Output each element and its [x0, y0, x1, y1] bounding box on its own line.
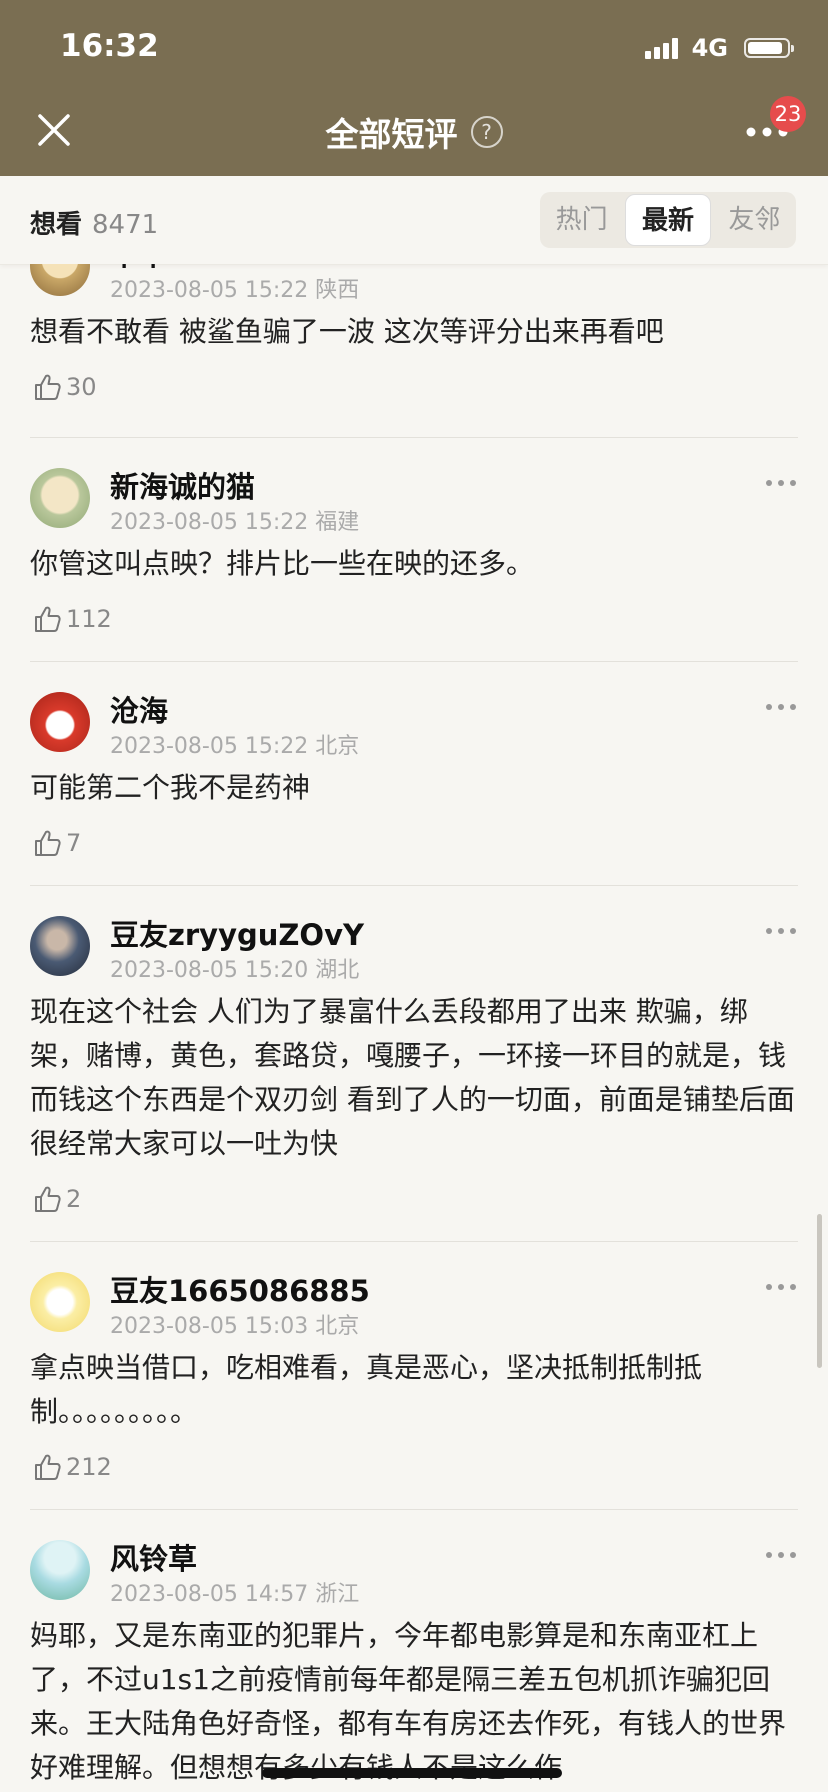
network-type: 4G [691, 34, 728, 62]
avatar[interactable] [30, 468, 90, 528]
more-options-icon[interactable] [764, 702, 798, 712]
like-button[interactable]: 7 [32, 828, 81, 858]
battery-icon [744, 38, 794, 58]
tab-friends[interactable]: 友邻 [713, 192, 796, 248]
like-count: 112 [66, 605, 112, 633]
comment-date: 2023-08-05 15:22 [110, 734, 309, 759]
thumbs-up-icon [35, 1186, 61, 1212]
sort-tabs: 热门 最新 友邻 [540, 192, 796, 248]
status-icons: 4G [644, 34, 794, 62]
like-count: 2 [66, 1185, 82, 1213]
divider [30, 437, 798, 438]
page-title: 全部短评 [325, 115, 458, 154]
comment-text: 拿点映当借口，吃相难看，真是恶心，坚决抵制抵制抵制。。。。。。。。。 [30, 1351, 703, 1428]
username[interactable]: 沧海 [110, 688, 168, 730]
comment-date: 2023-08-05 15:20 [110, 958, 309, 983]
like-button[interactable]: 30 [32, 372, 97, 402]
comment-meta: 2023-08-05 15:20 湖北 [110, 952, 359, 984]
comment-location: 陕西 [315, 278, 360, 303]
comment-text: 想看不敢看 被鲨鱼骗了一波 这次等评分出来再看吧 [30, 315, 664, 348]
comment-date: 2023-08-05 15:22 [110, 278, 309, 303]
avatar[interactable] [30, 1540, 90, 1600]
comment-location: 浙江 [315, 1582, 360, 1607]
avatar[interactable] [30, 1272, 90, 1332]
comment-text: 现在这个社会 人们为了暴富什么丢段都用了出来 欺骗，绑架，赌博，黄色，套路贷，嘎… [30, 995, 795, 1160]
more-options-icon[interactable] [764, 478, 798, 488]
more-options-icon[interactable] [764, 1282, 798, 1292]
like-button[interactable]: 112 [32, 604, 112, 634]
want-count: 想看 8471 [30, 204, 158, 241]
avatar[interactable] [30, 692, 90, 752]
notification-badge: 23 [770, 96, 806, 132]
top-bar: 16:32 4G 全部短评 ? 23 [0, 0, 828, 176]
comment-meta: 2023-08-05 15:22 福建 [110, 504, 359, 536]
thumbs-up-icon [35, 374, 61, 400]
username[interactable]: 风铃草 [110, 1536, 197, 1578]
comment-meta: 2023-08-05 15:22 北京 [110, 728, 359, 760]
signal-icon [644, 37, 678, 59]
comment-meta: 2023-08-05 15:03 北京 [110, 1308, 359, 1340]
question-circle-icon[interactable]: ? [470, 116, 503, 148]
comment-meta: 2023-08-05 14:57 浙江 [110, 1576, 359, 1608]
status-time: 16:32 [60, 28, 159, 64]
comment-location: 福建 [315, 510, 360, 535]
want-label: 想看 [30, 210, 83, 240]
avatar[interactable] [30, 916, 90, 976]
divider [30, 661, 798, 662]
header: 全部短评 ? [0, 108, 828, 156]
like-count: 7 [66, 829, 82, 857]
comment-text: 妈耶，又是东南亚的犯罪片，今年都电影算是和东南亚杠上了，不过u1s1之前疫情前每… [30, 1619, 787, 1784]
divider [30, 885, 798, 886]
thumbs-up-icon [35, 606, 61, 632]
comment-date: 2023-08-05 14:57 [110, 1582, 309, 1607]
comment-location: 北京 [315, 1314, 360, 1339]
comment-meta: 2023-08-05 15:22 陕西 [110, 272, 359, 304]
thumbs-up-icon [35, 830, 61, 856]
comment-text: 可能第二个我不是药神 [30, 771, 311, 804]
username[interactable]: 豆友zryyguZOvY [110, 912, 364, 954]
more-options-icon[interactable] [764, 926, 798, 936]
comment-text: 你管这叫点映？排片比一些在映的还多。 [30, 547, 535, 580]
username[interactable]: 新海诚的猫 [110, 464, 255, 506]
username[interactable]: 豆友1665086885 [110, 1268, 370, 1310]
tab-latest[interactable]: 最新 [625, 194, 711, 246]
like-button[interactable]: 2 [32, 1184, 81, 1214]
comment-location: 北京 [315, 734, 360, 759]
thumbs-up-icon [35, 1454, 61, 1480]
home-indicator [262, 1768, 562, 1778]
filter-bar: 想看 8471 热门 最新 友邻 [0, 176, 828, 265]
comment-date: 2023-08-05 15:22 [110, 510, 309, 535]
comment-date: 2023-08-05 15:03 [110, 1314, 309, 1339]
comment-location: 湖北 [315, 958, 360, 983]
avatar[interactable] [30, 264, 90, 296]
like-button[interactable]: 212 [32, 1452, 112, 1482]
divider [30, 1509, 798, 1510]
tab-hot[interactable]: 热门 [540, 192, 623, 248]
more-options-icon[interactable] [764, 1550, 798, 1560]
want-number: 8471 [92, 210, 159, 240]
comment-list: 卞卞 2023-08-05 15:22 陕西 想看不敢看 被鲨鱼骗了一波 这次等… [0, 264, 828, 1792]
like-count: 30 [66, 373, 97, 401]
divider [30, 1241, 798, 1242]
like-count: 212 [66, 1453, 112, 1481]
scrollbar[interactable] [817, 1214, 822, 1368]
